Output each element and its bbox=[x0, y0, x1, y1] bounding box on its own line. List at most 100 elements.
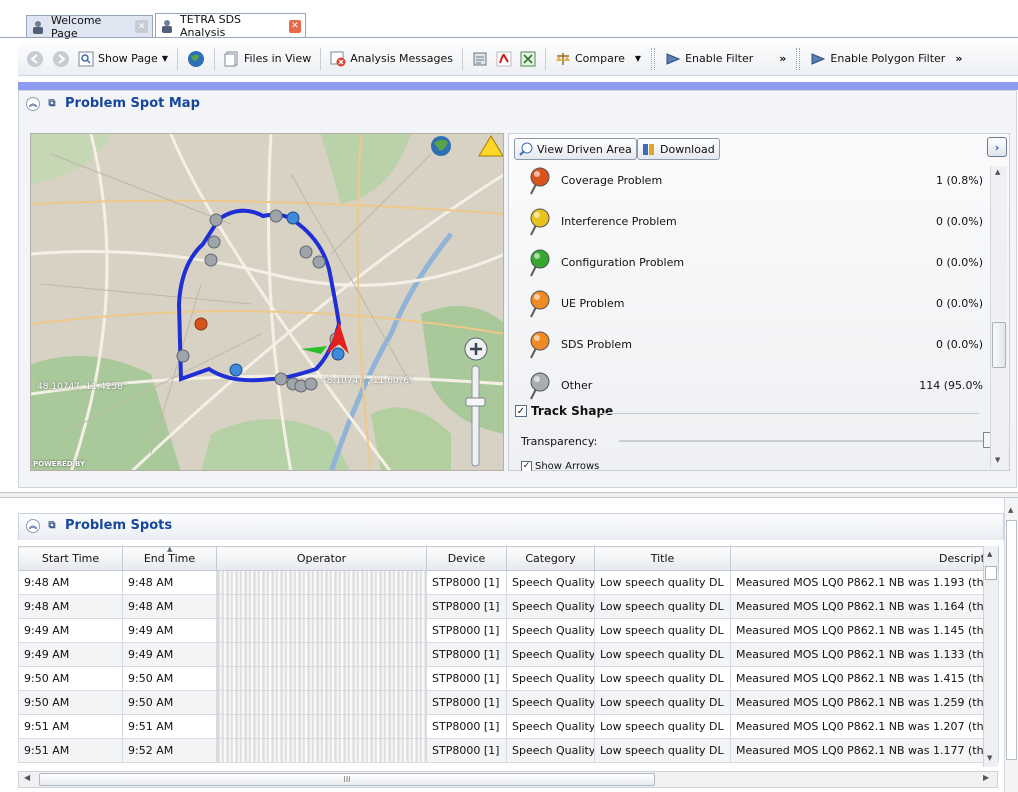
enable-filter-button[interactable]: Enable Filter bbox=[661, 47, 757, 71]
pdf-export-button[interactable] bbox=[492, 47, 516, 71]
table-row[interactable]: 9:50 AM 9:50 AM STP8000 [1] Speech Quality L… bbox=[18, 666, 999, 691]
tab-welcome-page[interactable]: Welcome Page ✕ bbox=[26, 14, 153, 40]
compare-button[interactable]: Compare ▼ bbox=[551, 47, 645, 71]
panel-splitter[interactable] bbox=[0, 492, 1018, 498]
scroll-down-icon[interactable]: ▼ bbox=[995, 456, 1000, 464]
table-cell: Speech Quality bbox=[506, 690, 595, 715]
view-driven-area-label: View Driven Area bbox=[537, 142, 632, 156]
table-header-row: Start Time End Time ▲ Operator Device Categor… bbox=[18, 546, 999, 571]
table-vertical-scrollbar[interactable]: ▲ ▼ bbox=[983, 546, 998, 767]
legend-scroll-thumb[interactable] bbox=[992, 322, 1006, 368]
table-cell: Low speech quality DL bbox=[594, 642, 731, 667]
table-cell: Speech Quality bbox=[506, 642, 595, 667]
pdf-icon bbox=[496, 51, 512, 66]
table-cell: STP8000 [1] bbox=[426, 714, 507, 739]
table-horizontal-scrollbar[interactable]: ◀ III ▶ bbox=[18, 771, 998, 788]
download-button[interactable]: Download bbox=[637, 138, 720, 160]
scroll-up-icon[interactable]: ▲ bbox=[995, 168, 1000, 176]
table-cell: Measured MOS LQ0 P862.1 NB was 1.207 (th bbox=[730, 714, 999, 739]
filter-icon bbox=[665, 51, 681, 67]
back-button[interactable] bbox=[18, 47, 48, 71]
tab-tetra-sds-analysis[interactable]: TETRA SDS Analysis ✕ bbox=[155, 13, 306, 39]
table-cell: STP8000 [1] bbox=[426, 666, 507, 691]
operator-cell-redacted bbox=[216, 642, 427, 667]
legend-scrollbar[interactable]: ▲ ▼ bbox=[990, 166, 1007, 468]
expand-right-icon[interactable]: › bbox=[987, 137, 1007, 157]
table-cell: 9:52 AM bbox=[122, 738, 217, 763]
problem-spot-map[interactable]: 48.10747, 11.4258" 48.1074?", 11.60?6" P… bbox=[30, 133, 504, 471]
toolbar-overflow-button-2[interactable]: » bbox=[951, 47, 966, 71]
table-cell: 9:48 AM bbox=[18, 594, 123, 619]
column-header[interactable]: Device bbox=[426, 546, 507, 571]
table-row[interactable]: 9:51 AM 9:51 AM STP8000 [1] Speech Quality L… bbox=[18, 714, 999, 739]
scroll-up-icon[interactable]: ▲ bbox=[1008, 506, 1013, 514]
polygon-filter-icon bbox=[810, 51, 826, 67]
transparency-slider-track[interactable] bbox=[619, 440, 987, 442]
column-header[interactable]: Descriptic bbox=[730, 546, 999, 571]
table-row[interactable]: 9:48 AM 9:48 AM STP8000 [1] Speech Quality L… bbox=[18, 570, 999, 595]
collapse-icon[interactable]: ︽ bbox=[26, 518, 40, 533]
table-cell: Low speech quality DL bbox=[594, 714, 731, 739]
table-cell: Measured MOS LQ0 P862.1 NB was 1.259 (th bbox=[730, 690, 999, 715]
table-row[interactable]: 9:51 AM 9:52 AM STP8000 [1] Speech Quality L… bbox=[18, 738, 999, 763]
show-arrows-checkbox[interactable]: ✓ bbox=[521, 461, 532, 471]
column-header[interactable]: Category bbox=[506, 546, 595, 571]
globe-button[interactable] bbox=[183, 47, 209, 71]
legend-panel: View Driven Area Download › Coverage Pro… bbox=[508, 133, 1010, 471]
column-header[interactable]: Title bbox=[594, 546, 731, 571]
legend-label: SDS Problem bbox=[561, 337, 632, 351]
table-cell: Measured MOS LQ0 P862.1 NB was 1.164 (th bbox=[730, 594, 999, 619]
legend-label: Other bbox=[561, 378, 593, 392]
column-header[interactable]: End Time ▲ bbox=[122, 546, 217, 571]
scroll-down-icon[interactable]: ▼ bbox=[987, 754, 992, 762]
problem-spots-table: Start Time End Time ▲ Operator Device Categor… bbox=[18, 546, 999, 763]
map-canvas[interactable] bbox=[31, 134, 504, 471]
analysis-messages-label: Analysis Messages bbox=[350, 52, 453, 65]
documents-icon bbox=[224, 51, 240, 67]
table-cell: STP8000 [1] bbox=[426, 594, 507, 619]
table-row[interactable]: 9:48 AM 9:48 AM STP8000 [1] Speech Quality L… bbox=[18, 594, 999, 619]
scroll-right-icon[interactable]: ▶ bbox=[983, 773, 989, 782]
table-cell: STP8000 [1] bbox=[426, 570, 507, 595]
close-icon[interactable]: ✕ bbox=[135, 20, 148, 33]
table-row[interactable]: 9:49 AM 9:49 AM STP8000 [1] Speech Quality L… bbox=[18, 618, 999, 643]
table-cell: Low speech quality DL bbox=[594, 690, 731, 715]
enable-polygon-filter-button[interactable]: Enable Polygon Filter bbox=[806, 47, 949, 71]
table-cell: Speech Quality bbox=[506, 618, 595, 643]
window-restore-icon[interactable]: ⧉ bbox=[45, 519, 59, 533]
map-pin-icon bbox=[527, 330, 555, 363]
panel-title: Problem Spots bbox=[65, 518, 173, 533]
table-row[interactable]: 9:50 AM 9:50 AM STP8000 [1] Speech Quality L… bbox=[18, 690, 999, 715]
operator-cell-redacted bbox=[216, 738, 427, 763]
legend-item: Coverage Problem 1 (0.8%) bbox=[509, 160, 989, 200]
table-hscroll-thumb[interactable]: III bbox=[39, 773, 655, 786]
track-shape-checkbox[interactable]: ✓ bbox=[515, 405, 527, 417]
scroll-left-icon[interactable]: ◀ bbox=[24, 773, 30, 782]
table-cell: 9:49 AM bbox=[18, 618, 123, 643]
view-driven-area-button[interactable]: View Driven Area bbox=[514, 138, 637, 160]
enable-polygon-filter-label: Enable Polygon Filter bbox=[830, 52, 946, 65]
analysis-messages-button[interactable]: Analysis Messages bbox=[326, 47, 457, 71]
map-pin-icon bbox=[527, 248, 555, 281]
window-scrollbar[interactable]: ▲ bbox=[1004, 498, 1018, 792]
collapse-icon[interactable]: ︽ bbox=[26, 96, 40, 111]
toolbar-overflow-button[interactable]: » bbox=[775, 47, 790, 71]
column-header[interactable]: Operator bbox=[216, 546, 427, 571]
excel-export-button[interactable] bbox=[516, 47, 540, 71]
table-cell: 9:49 AM bbox=[122, 618, 217, 643]
legend-label: UE Problem bbox=[561, 296, 625, 310]
table-cell: 9:50 AM bbox=[18, 666, 123, 691]
table-vscroll-thumb[interactable] bbox=[985, 566, 997, 580]
column-header[interactable]: Start Time bbox=[18, 546, 123, 571]
show-page-button[interactable]: Show Page ▼ bbox=[74, 47, 172, 71]
table-row[interactable]: 9:49 AM 9:49 AM STP8000 [1] Speech Quality L… bbox=[18, 642, 999, 667]
enable-filter-label: Enable Filter bbox=[685, 52, 754, 65]
table-cell: 9:48 AM bbox=[18, 570, 123, 595]
files-in-view-button[interactable]: Files in View bbox=[220, 47, 315, 71]
report-button[interactable] bbox=[468, 47, 492, 71]
window-restore-icon[interactable]: ⧉ bbox=[45, 97, 59, 111]
scroll-up-icon[interactable]: ▲ bbox=[987, 550, 992, 558]
close-icon[interactable]: ✕ bbox=[288, 19, 301, 33]
window-scroll-thumb[interactable] bbox=[1006, 520, 1017, 760]
forward-button[interactable] bbox=[48, 47, 74, 71]
